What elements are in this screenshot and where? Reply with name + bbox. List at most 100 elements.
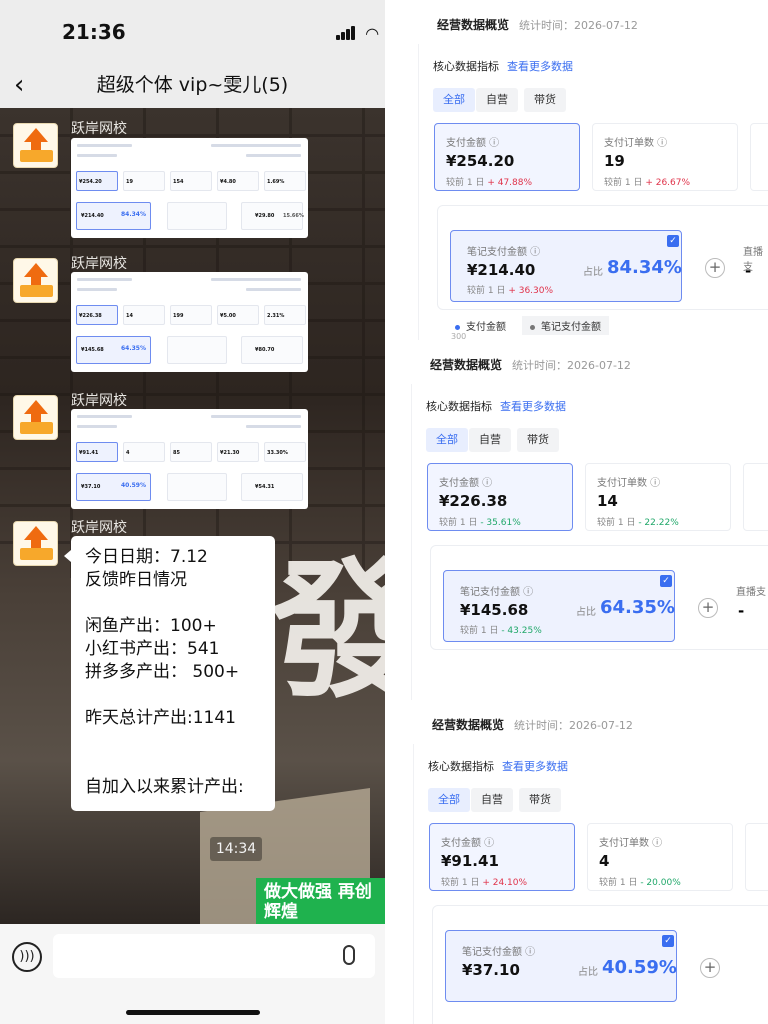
message-line — [85, 592, 261, 615]
panel-time: 统计时间：2026-07-12 — [514, 719, 633, 732]
thumb-card — [167, 336, 227, 364]
metric-value: ¥91.41 — [441, 852, 499, 870]
input-bar: ))) — [0, 924, 385, 1024]
panel-time: 统计时间：2026-07-12 — [519, 19, 638, 32]
sender-name: 跃岸网校 — [71, 520, 127, 536]
core-metrics-label: 核心数据指标 — [433, 60, 499, 73]
voice-input-icon[interactable]: ))) — [12, 942, 42, 972]
thumb-button-line — [246, 425, 301, 428]
message-line — [85, 753, 261, 776]
home-indicator — [126, 1010, 260, 1015]
tab-0[interactable]: 全部 — [426, 428, 468, 452]
tab-0[interactable]: 全部 — [428, 788, 470, 812]
note-amount-card[interactable]: 笔记支付金额 ⓘ ¥145.68 较前 1 日 - 43.25% 占比 64.35% ✓ — [443, 570, 675, 642]
status-clock: 21:36 — [62, 20, 126, 44]
more-data-link[interactable]: 查看更多数据 — [502, 758, 568, 774]
thumb-metric-value: ¥4.80 — [220, 179, 236, 185]
thumb-note-value: ¥214.40 — [81, 213, 104, 219]
thumb-tab-line — [211, 278, 301, 281]
compare-prefix: 较前 1 日 — [441, 878, 480, 888]
metric-label: 支付订单数 ⓘ — [604, 138, 668, 149]
thumb-tab-line — [211, 415, 301, 418]
note-amount-card[interactable]: 笔记支付金额 ⓘ ¥214.40 较前 1 日 + 36.30% 占比 84.34% ✓ — [450, 230, 682, 302]
metric-label: 支付订单数 ⓘ — [599, 838, 663, 849]
note-label: 笔记支付金额 ⓘ — [462, 947, 536, 958]
avatar[interactable] — [13, 123, 58, 168]
metric-card-pay-amount[interactable]: 支付金额 ⓘ ¥254.20 较前 1 日 + 47.88% — [434, 123, 580, 191]
legend-note-amount[interactable]: 笔记支付金额 — [522, 316, 609, 335]
message-line: 反馈昨日情况 — [85, 570, 187, 590]
panel-title: 经营数据概览 — [432, 718, 505, 732]
live-value: - — [745, 262, 752, 280]
metric-label: 支付金额 ⓘ — [441, 838, 495, 849]
sender-name: 跃岸网校 — [71, 256, 127, 272]
checkbox-icon[interactable]: ✓ — [662, 935, 674, 947]
image-message[interactable]: ¥91.41 4 85 ¥21.30 33.30% ¥37.10 40.59% ¥54.31 — [71, 409, 308, 509]
message-line: 昨天总计产出:1141 — [85, 708, 236, 728]
thumb-note-share: 84.34% — [121, 211, 146, 218]
dashboard-panel: 经营数据概览 统计时间：2026-07-12 核心数据指标 查看更多数据 全部 自营 带货支… — [385, 340, 768, 700]
thumb-metric-value: 14 — [126, 313, 133, 319]
metric-value: 14 — [597, 492, 618, 510]
compare-change: + 47.88% — [487, 178, 533, 188]
checkbox-icon[interactable]: ✓ — [667, 235, 679, 247]
image-message[interactable]: ¥226.38 14 199 ¥5.00 2.31% ¥145.68 64.35% ¥80.7… — [71, 272, 308, 372]
metric-compare: 较前 1 日 + 47.88% — [446, 175, 532, 188]
metric-card-pay-orders[interactable]: 支付订单数 ⓘ 19 较前 1 日 + 26.67% — [592, 123, 738, 191]
tab-1[interactable]: 自营 — [469, 428, 511, 452]
metric-value: 19 — [604, 152, 625, 170]
sender-name: 跃岸网校 — [71, 393, 127, 409]
share-label: 占比 — [576, 607, 596, 618]
add-metric-icon[interactable]: + — [698, 598, 718, 618]
background-banner: 做大做强 再创辉煌 — [256, 878, 385, 928]
message-line: 自加入以来累计产出: — [85, 777, 244, 797]
metric-card-pay-amount[interactable]: 支付金额 ⓘ ¥226.38 较前 1 日 - 35.61% — [427, 463, 573, 531]
metric-compare: 较前 1 日 + 26.67% — [604, 175, 690, 188]
more-data-link[interactable]: 查看更多数据 — [507, 58, 573, 74]
thumb-metric-value: ¥21.30 — [220, 450, 240, 456]
core-metrics-label: 核心数据指标 — [428, 760, 494, 773]
thumb-card-share: 15.66% — [283, 213, 304, 219]
tab-0[interactable]: 全部 — [433, 88, 475, 112]
thumb-title-line — [77, 144, 132, 147]
note-amount-card[interactable]: 笔记支付金额 ⓘ ¥37.10 占比 40.59% ✓ — [445, 930, 677, 1002]
compare-change: + 36.30% — [508, 286, 554, 296]
live-label: 直播支 — [736, 587, 766, 598]
tab-1[interactable]: 自营 — [471, 788, 513, 812]
tab-2[interactable]: 带货 — [517, 428, 559, 452]
message-line: 小红书产出：541 — [85, 639, 220, 659]
metric-card-pay-orders[interactable]: 支付订单数 ⓘ 4 较前 1 日 - 20.00% — [587, 823, 733, 891]
add-metric-icon[interactable]: + — [705, 258, 725, 278]
avatar[interactable] — [13, 395, 58, 440]
tab-1[interactable]: 自营 — [476, 88, 518, 112]
metric-label: 支付金额 ⓘ — [439, 478, 493, 489]
thumb-sub-line — [77, 425, 117, 428]
compare-change: - 43.25% — [501, 626, 542, 636]
core-metrics-label: 核心数据指标 — [426, 400, 492, 413]
axis-tick: 300 — [451, 332, 467, 340]
avatar[interactable] — [13, 521, 58, 566]
thumb-metric-value: 2.31% — [267, 313, 285, 319]
text-message[interactable]: 今日日期：7.12 反馈昨日情况 闲鱼产出：100+ 小红书产出：541 拼多多产出： … — [64, 536, 275, 811]
avatar[interactable] — [13, 258, 58, 303]
compare-change: + 24.10% — [482, 878, 528, 888]
thumb-sub-line — [77, 154, 117, 157]
thumb-metric-value: 4 — [126, 450, 130, 456]
tab-2[interactable]: 带货 — [524, 88, 566, 112]
add-metric-icon[interactable]: + — [700, 958, 720, 978]
message-line: 闲鱼产出：100+ — [85, 616, 217, 636]
metric-card-pay-amount[interactable]: 支付金额 ⓘ ¥91.41 较前 1 日 + 24.10% — [429, 823, 575, 891]
thumb-card-value: ¥29.80 — [255, 213, 275, 219]
wifi-icon: ◠ — [366, 24, 379, 43]
metric-card-pay-orders[interactable]: 支付订单数 ⓘ 14 较前 1 日 - 22.22% — [585, 463, 731, 531]
more-data-link[interactable]: 查看更多数据 — [500, 398, 566, 414]
message-input[interactable] — [53, 934, 375, 978]
note-label: 笔记支付金额 ⓘ — [460, 587, 534, 598]
tab-2[interactable]: 带货 — [519, 788, 561, 812]
microphone-icon[interactable] — [343, 945, 355, 965]
image-message[interactable]: ¥254.20 19 154 ¥4.80 1.69% ¥214.40 84.34% ¥29.8… — [71, 138, 308, 238]
book-icon — [20, 150, 53, 162]
checkbox-icon[interactable]: ✓ — [660, 575, 672, 587]
thumb-note-share: 64.35% — [121, 345, 146, 352]
legend-pay-amount[interactable]: 支付金额 — [455, 318, 506, 333]
